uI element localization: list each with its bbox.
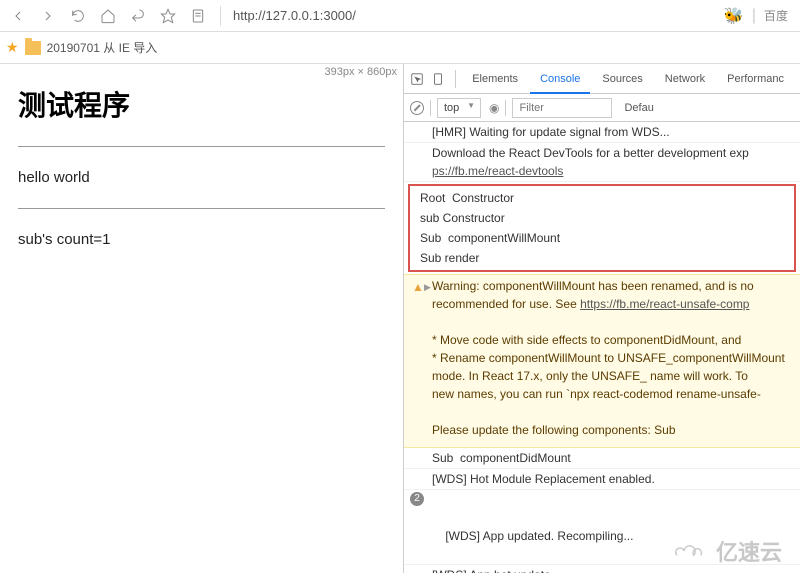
live-expression-icon[interactable]: ◉ (489, 101, 499, 115)
inspect-icon[interactable] (410, 69, 425, 89)
sub-count-text: sub's count=1 (18, 217, 385, 262)
viewport-dimensions: 393px × 860px (325, 66, 397, 78)
home-button[interactable] (94, 2, 122, 30)
favorite-button[interactable] (154, 2, 182, 30)
bookmark-label[interactable]: 20190701 从 IE 导入 (47, 39, 158, 56)
devtools-panel: Elements Console Sources Network Perform… (404, 64, 800, 573)
watermark: 亿速云 (670, 535, 782, 567)
tab-network[interactable]: Network (655, 64, 715, 94)
forward-button[interactable] (34, 2, 62, 30)
warning-icon: ▲ (412, 278, 424, 296)
page-viewport: 393px × 860px 测试程序 hello world sub's cou… (0, 64, 404, 573)
highlighted-logs: Root Constructor sub Constructor Sub com… (408, 184, 796, 272)
count-badge: 2 (410, 492, 424, 506)
log-line: [HMR] Waiting for update signal from WDS… (404, 122, 800, 143)
tab-sources[interactable]: Sources (592, 64, 652, 94)
clear-console-icon[interactable] (410, 101, 424, 115)
hello-text: hello world (18, 155, 385, 200)
log-line: Download the React DevTools for a better… (404, 143, 800, 182)
bookmark-bar: ★ 20190701 从 IE 导入 (0, 32, 800, 64)
notes-button[interactable] (184, 2, 212, 30)
device-icon[interactable] (431, 69, 446, 89)
search-engine-label[interactable]: 百度 (764, 7, 788, 24)
folder-icon[interactable] (25, 41, 41, 55)
star-icon[interactable]: ★ (6, 39, 19, 56)
bee-icon[interactable]: 🐝 (724, 6, 744, 26)
tab-performance[interactable]: Performanc (717, 64, 794, 94)
warning-block: ▲ ▶ Warning: componentWillMount has been… (404, 274, 800, 448)
console-output: [HMR] Waiting for update signal from WDS… (404, 122, 800, 573)
expand-caret-icon[interactable]: ▶ (424, 278, 431, 296)
context-select[interactable]: top (437, 98, 481, 118)
devtools-tabs: Elements Console Sources Network Perform… (404, 64, 800, 94)
log-line: [WDS] Hot Module Replacement enabled. (404, 469, 800, 490)
undo-button[interactable] (124, 2, 152, 30)
tab-elements[interactable]: Elements (462, 64, 528, 94)
levels-label[interactable]: Defau (624, 102, 653, 114)
reload-button[interactable] (64, 2, 92, 30)
filter-input[interactable] (512, 98, 612, 118)
url-input[interactable] (229, 4, 722, 27)
back-button[interactable] (4, 2, 32, 30)
console-toolbar: top ◉ Defau (404, 94, 800, 122)
browser-toolbar: 🐝 | 百度 (0, 0, 800, 32)
tab-console[interactable]: Console (530, 64, 590, 94)
log-line: Sub componentDidMount (404, 448, 800, 469)
page-title: 测试程序 (18, 84, 385, 124)
